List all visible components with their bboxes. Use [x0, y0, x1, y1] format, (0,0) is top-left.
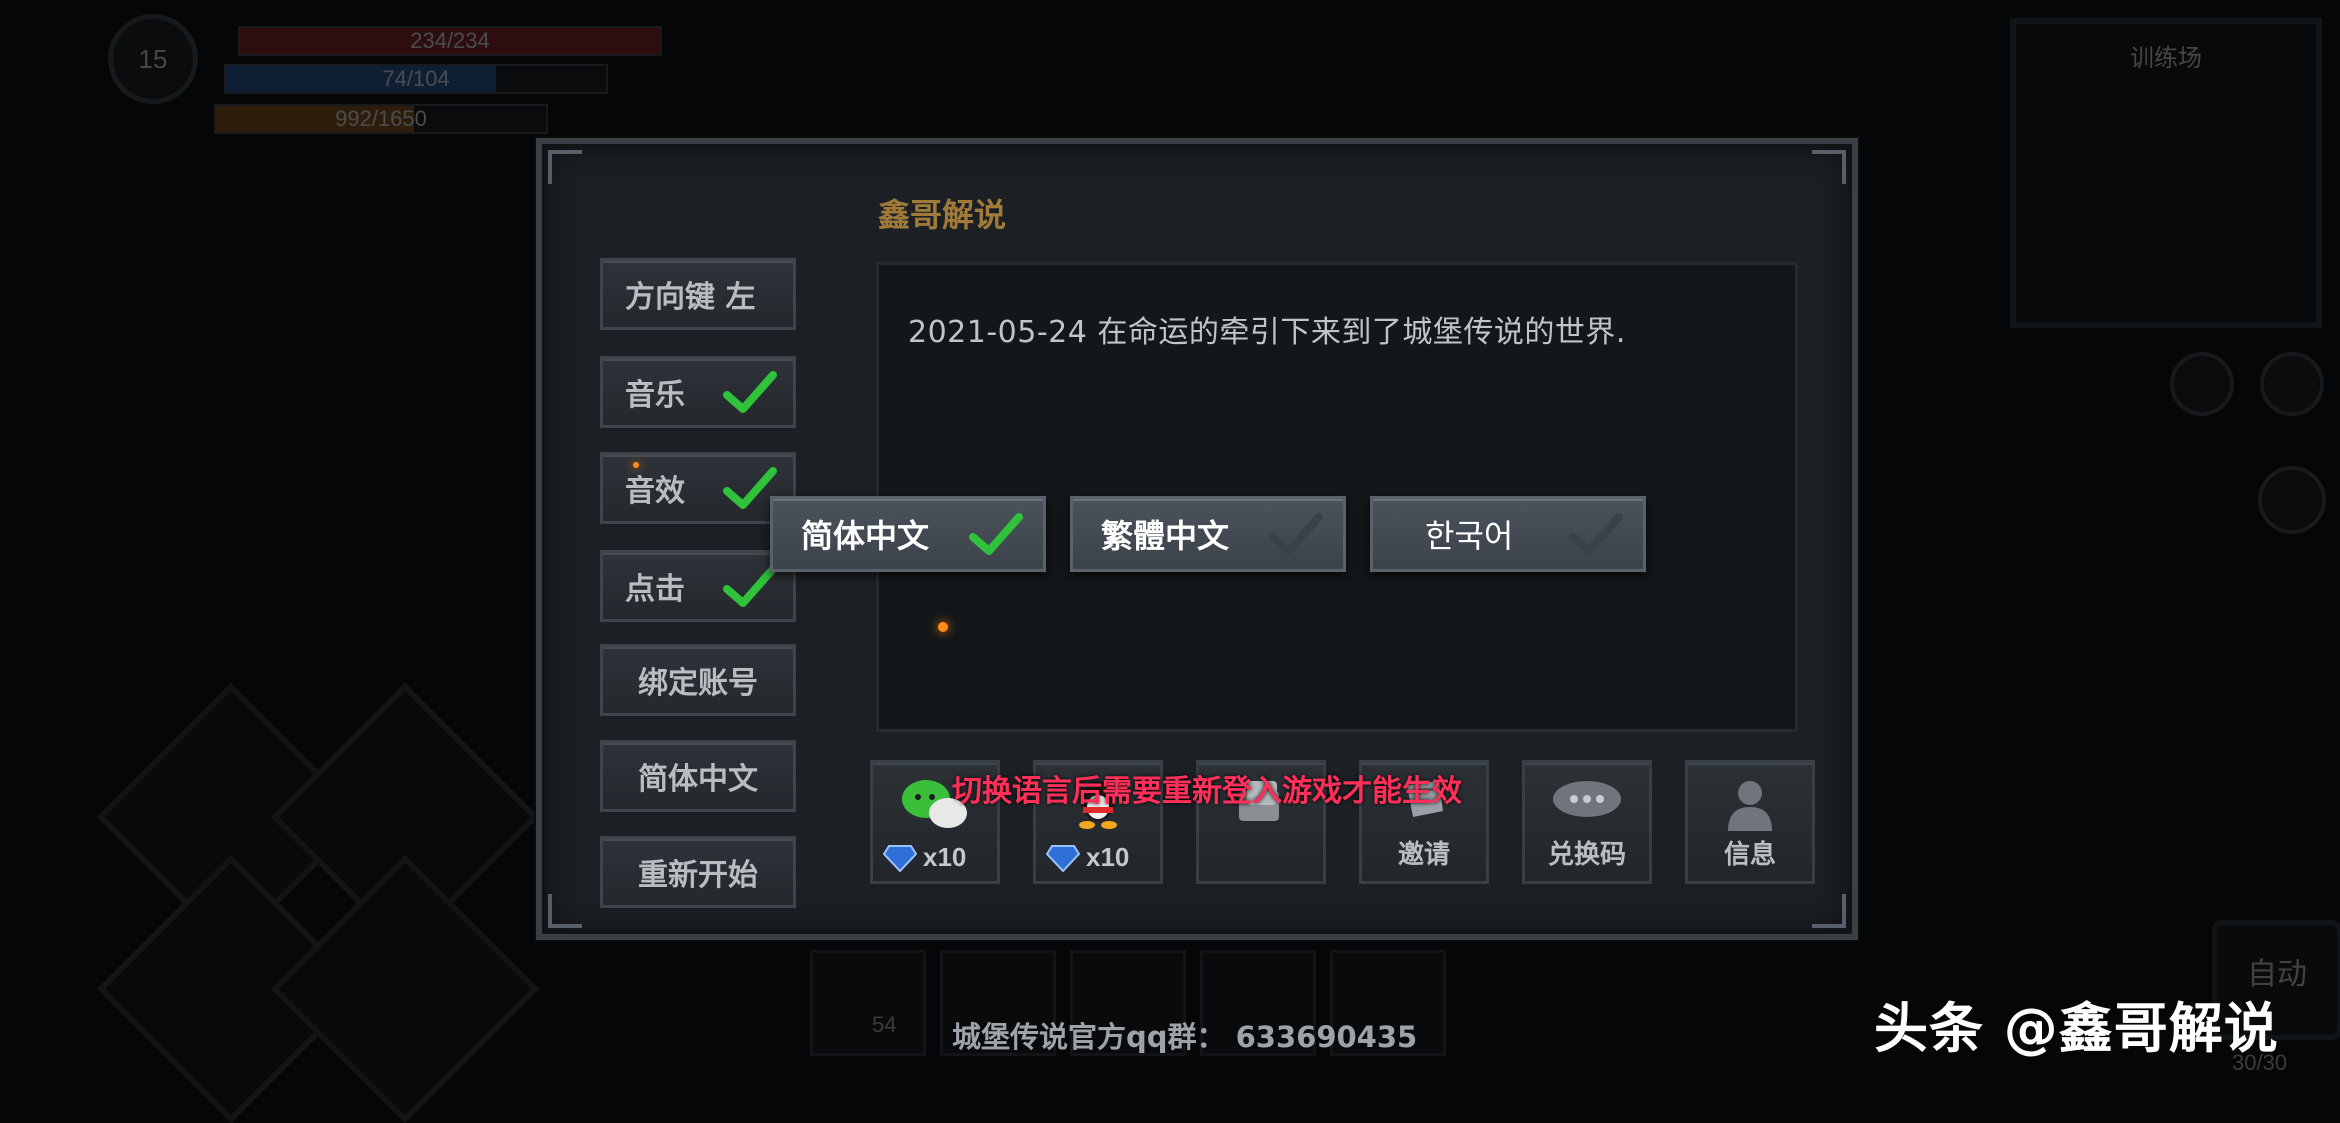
- checkmark-icon: [969, 513, 1023, 555]
- level-value: 15: [138, 43, 168, 74]
- exp-bar: 992/1650: [214, 104, 548, 134]
- checkmark-icon: [723, 371, 777, 413]
- gem-icon: [883, 844, 917, 872]
- sound-effect-label: 音效: [625, 474, 685, 509]
- reward: x10: [1046, 842, 1129, 873]
- language-option-traditional-chinese[interactable]: 繁體中文: [1070, 496, 1346, 572]
- dialog-corner: [548, 894, 582, 928]
- language-option-label: 한국어: [1425, 517, 1514, 555]
- checkmark-icon: [1269, 513, 1323, 555]
- tap-label: 点击: [625, 572, 685, 607]
- restart-button[interactable]: 重新开始: [600, 836, 796, 908]
- sound-effect-toggle[interactable]: 音效: [600, 452, 796, 524]
- direction-key-button[interactable]: 方向键 左: [600, 258, 796, 330]
- character-icon[interactable]: [2258, 466, 2326, 534]
- language-option-simplified-chinese[interactable]: 简体中文: [770, 496, 1046, 572]
- hp-value: 234/234: [410, 28, 490, 53]
- info-user-icon: [1728, 781, 1772, 831]
- checkmark-icon: [1569, 513, 1623, 555]
- minimap[interactable]: 训练场: [2010, 18, 2322, 328]
- invite-label: 邀请: [1397, 840, 1450, 870]
- reward: x10: [883, 842, 966, 873]
- direction-key-label: 方向键 左: [625, 280, 756, 315]
- dialog-title: 鑫哥解说: [878, 196, 1007, 234]
- gem-icon: [1046, 844, 1080, 872]
- language-option-label: 简体中文: [801, 517, 930, 555]
- dialog-corner: [548, 150, 582, 184]
- level-badge: 15: [108, 14, 198, 104]
- bind-account-button[interactable]: 绑定账号: [600, 644, 796, 716]
- dialog-corner: [1812, 150, 1846, 184]
- mp-value: 74/104: [382, 66, 450, 91]
- checkmark-icon: [723, 467, 777, 509]
- restart-label: 重新开始: [638, 858, 758, 893]
- language-warning: 切换语言后需要重新登入游戏才能生效: [952, 774, 1462, 809]
- mp-bar: 74/104: [224, 64, 608, 94]
- gear-icon[interactable]: [2260, 352, 2324, 416]
- log-text: 2021-05-24 在命运的牵引下来到了城堡传说的世界.: [908, 315, 1626, 350]
- exp-value: 992/1650: [335, 106, 427, 131]
- tap-toggle[interactable]: 点击: [600, 550, 796, 622]
- minimap-title: 训练场: [2130, 44, 2202, 72]
- dialog-corner: [1812, 894, 1846, 928]
- spark-effect: [633, 462, 639, 468]
- hp-bar: 234/234: [238, 26, 662, 56]
- music-toggle[interactable]: 音乐: [600, 356, 796, 428]
- language-option-label: 繁體中文: [1101, 517, 1230, 555]
- checkmark-icon: [723, 565, 777, 607]
- redeem-code-button[interactable]: 兑换码: [1522, 760, 1652, 884]
- dpad-down-right[interactable]: [270, 854, 540, 1123]
- spark-effect: [938, 622, 948, 632]
- hotbar-count: 54: [872, 1012, 897, 1037]
- info-label: 信息: [1723, 840, 1776, 870]
- info-button[interactable]: 信息: [1685, 760, 1815, 884]
- qq-group-text: 城堡传说官方qq群： 633690435: [952, 1020, 1418, 1054]
- hotbar-slot[interactable]: [810, 950, 926, 1056]
- redeem-code-label: 兑换码: [1547, 840, 1626, 870]
- bind-account-label: 绑定账号: [638, 666, 758, 701]
- reward-amount: x10: [1086, 842, 1130, 872]
- reward-amount: x10: [923, 842, 967, 872]
- language-option-korean[interactable]: 한국어: [1370, 496, 1646, 572]
- watermark: 头条 @鑫哥解说: [1874, 997, 2279, 1060]
- redeem-code-icon: [1553, 781, 1621, 817]
- music-label: 音乐: [625, 378, 685, 413]
- flag-icon[interactable]: [2170, 352, 2234, 416]
- language-label: 简体中文: [638, 762, 758, 797]
- language-button[interactable]: 简体中文: [600, 740, 796, 812]
